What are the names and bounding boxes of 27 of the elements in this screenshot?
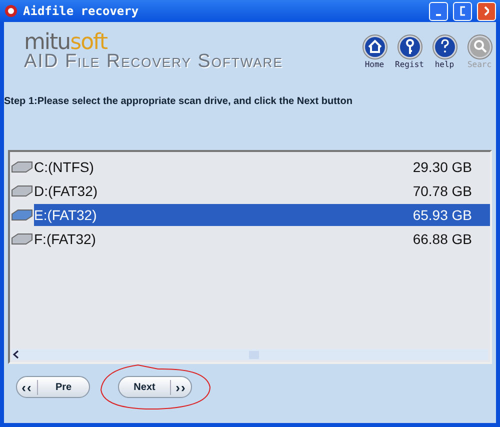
maximize-button[interactable] [453,2,472,20]
instruction-text: Step 1:Please select the appropriate scan drive, and click the Next button [4,95,354,109]
minimize-icon [436,14,441,16]
scroll-left-icon[interactable] [12,350,20,359]
scroll-thumb[interactable] [249,350,259,358]
window-title: Aidfile recovery [23,4,140,18]
search-icon [466,34,492,60]
home-button[interactable]: Home [358,34,391,94]
key-button[interactable]: Regist [393,34,426,94]
maximize-icon [460,6,465,16]
horizontal-scrollbar[interactable] [12,349,488,360]
key-icon [396,34,422,60]
help-icon [432,34,458,60]
help-button[interactable]: help [428,34,461,94]
home-icon [362,34,388,60]
close-button[interactable] [477,2,496,20]
drive-row[interactable]: C:(NTFS) 29.30 GB [10,155,490,179]
drive-row[interactable]: D:(FAT32) 70.78 GB [10,179,490,203]
next-button[interactable]: Next ›› [118,376,192,398]
drive-icon [10,232,34,246]
app-icon [4,4,18,18]
drive-icon [10,160,34,174]
drive-icon [10,184,34,198]
previous-button[interactable]: ‹‹ Pre [16,376,90,398]
drive-row[interactable]: F:(FAT32) 66.88 GB [10,227,490,251]
drive-icon [10,208,34,222]
minimize-button[interactable] [429,2,448,20]
